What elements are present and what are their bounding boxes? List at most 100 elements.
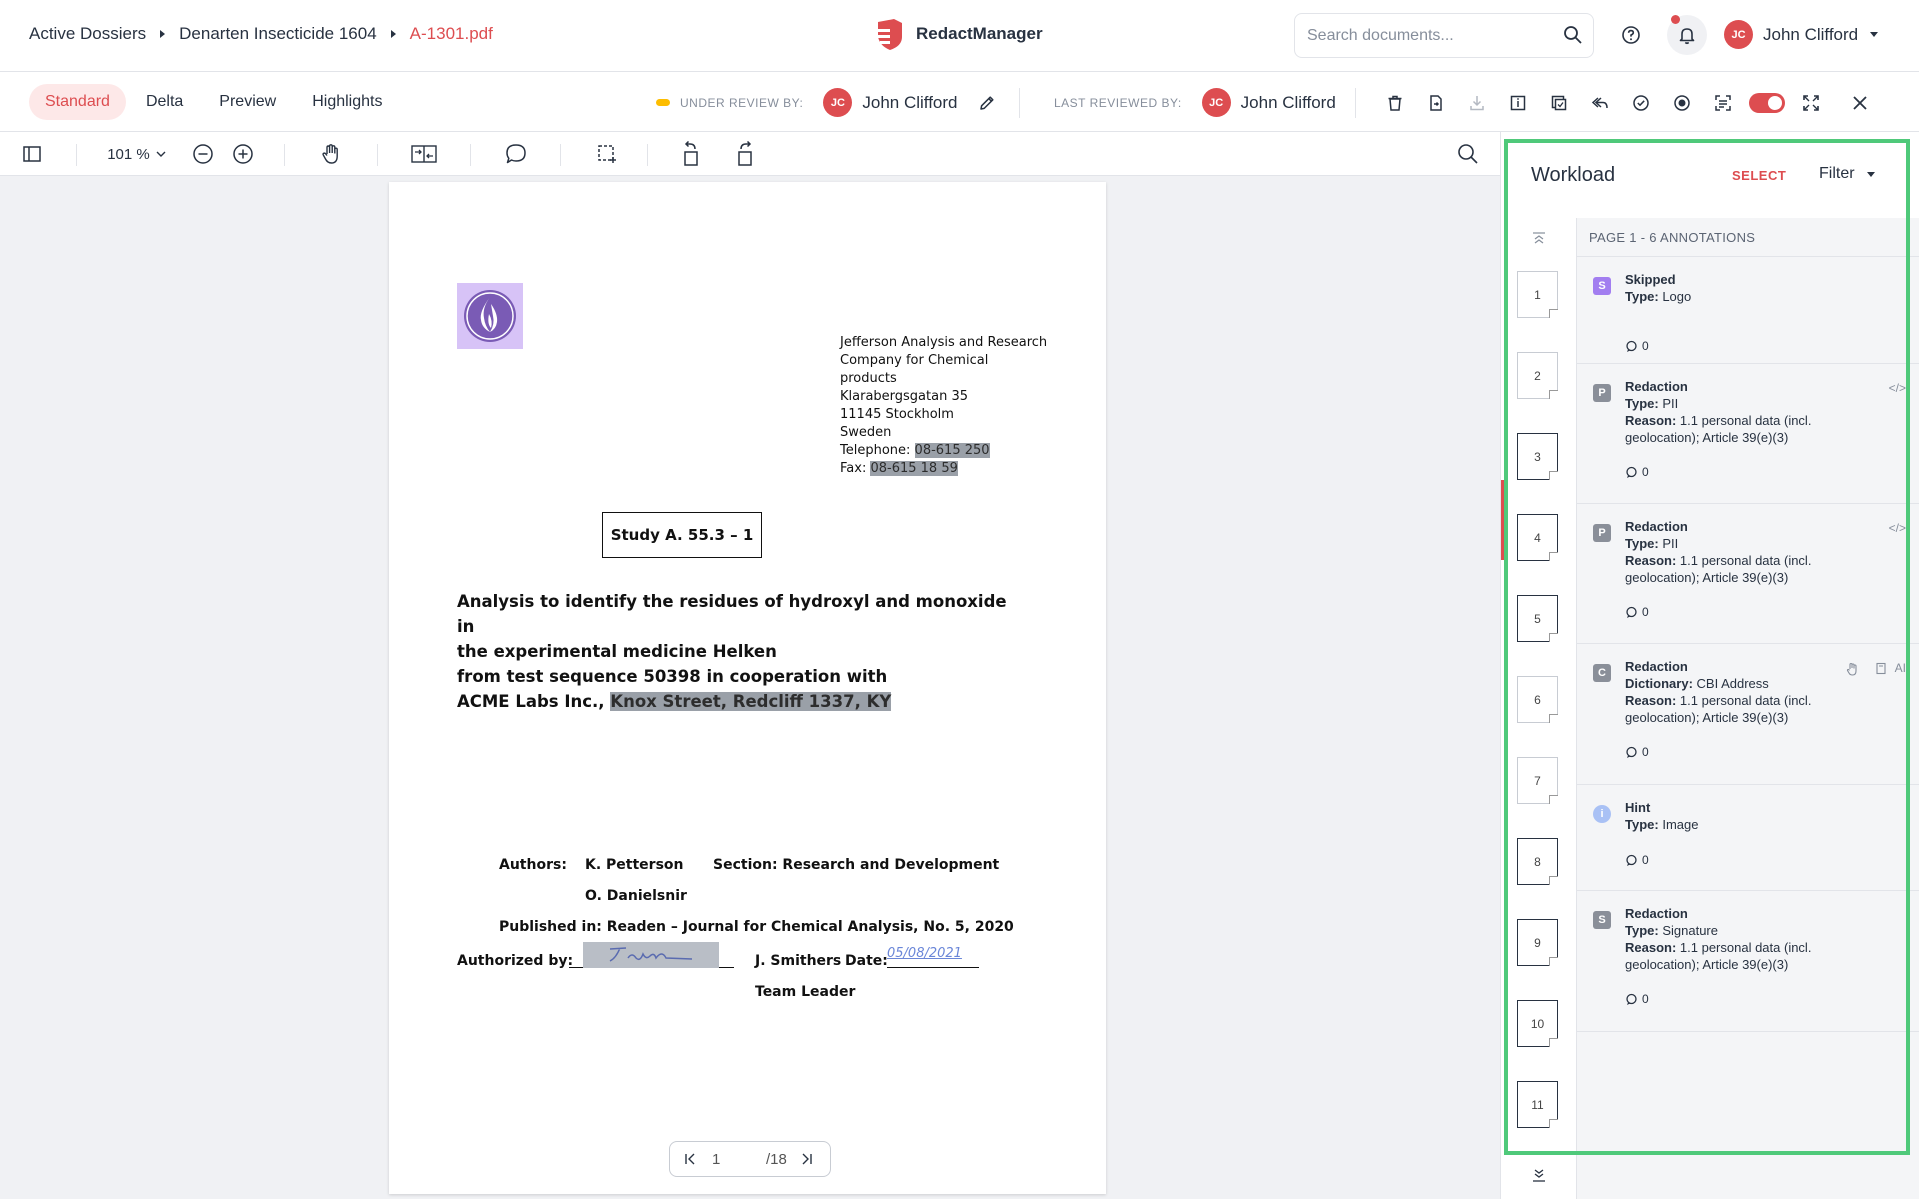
pan-tool-button[interactable] [316, 139, 346, 169]
search-in-document-button[interactable] [1453, 139, 1483, 169]
delete-button[interactable] [1380, 88, 1410, 118]
code-icon[interactable]: </> [1889, 520, 1906, 537]
document-page[interactable]: Jefferson Analysis and Research Company … [389, 182, 1106, 1194]
toggle-sidebar-button[interactable] [17, 139, 47, 169]
undo-all-button[interactable] [1585, 88, 1615, 118]
annotation-details: Redaction Type: Signature Reason: 1.1 pe… [1625, 905, 1855, 973]
handwritten-date[interactable]: 05/08/2021 [887, 946, 962, 961]
annotation-tools: </> [1889, 380, 1906, 397]
annotation-value: Signature [1658, 923, 1718, 938]
search-icon[interactable] [1563, 25, 1583, 45]
document-info-button[interactable] [1503, 88, 1533, 118]
page-thumbnail[interactable]: 10 [1517, 1000, 1558, 1047]
zoom-select[interactable]: 101 % [104, 139, 170, 169]
page-thumbnail[interactable]: 9 [1517, 919, 1558, 966]
zoom-out-button[interactable] [188, 139, 218, 169]
workload-panel: Workload SELECT Filter 1 2 3 4 5 6 7 8 9… [1500, 132, 1919, 1199]
record-button[interactable] [1667, 88, 1697, 118]
signature-scribble [609, 947, 693, 962]
export-button[interactable] [1421, 88, 1451, 118]
breadcrumb-file[interactable]: A-1301.pdf [410, 24, 493, 44]
redaction-preview-toggle[interactable] [1749, 93, 1785, 113]
edit-reviewer-button[interactable] [978, 94, 996, 112]
page-thumbnail[interactable]: 6 [1517, 676, 1558, 723]
add-comment-button[interactable] [501, 139, 531, 169]
annotation-item[interactable]: S Redaction Type: Signature Reason: 1.1 … [1577, 891, 1919, 1032]
trash-icon [1388, 95, 1402, 111]
search-input[interactable] [1307, 14, 1557, 57]
document-logo[interactable] [457, 283, 523, 349]
page-thumbnail[interactable]: 7 [1517, 757, 1558, 804]
hand-icon[interactable] [1846, 662, 1859, 676]
annotation-item[interactable]: P Redaction Type: PII Reason: 1.1 person… [1577, 504, 1919, 644]
app-logo[interactable]: RedactManager [872, 17, 1043, 51]
user-menu[interactable]: JC John Clifford [1724, 20, 1879, 49]
search-icon [1458, 144, 1478, 164]
redacted-address[interactable]: Knox Street, Redcliff 1337, KY [610, 692, 892, 711]
comments-count[interactable]: 0 [1625, 464, 1649, 481]
zoom-value: 101 % [107, 145, 150, 163]
tab-preview[interactable]: Preview [203, 84, 292, 120]
close-button[interactable] [1845, 88, 1875, 118]
redacted-fax[interactable]: 08-615 18 59 [870, 461, 958, 476]
page-thumbnail[interactable]: 5 [1517, 595, 1558, 642]
page-thumbnail[interactable]: 4 [1517, 514, 1558, 561]
rotate-left-button[interactable] [677, 139, 707, 169]
annotation-details: Redaction Type: PII Reason: 1.1 personal… [1625, 518, 1855, 586]
download-button[interactable] [1462, 88, 1492, 118]
scroll-to-top-button[interactable] [1530, 230, 1548, 248]
select-button[interactable]: SELECT [1732, 168, 1786, 183]
comment-count: 0 [1642, 605, 1649, 619]
tab-standard[interactable]: Standard [29, 84, 126, 120]
dictionary-icon[interactable] [1875, 662, 1887, 675]
annotation-item[interactable]: P Redaction Type: PII Reason: 1.1 person… [1577, 364, 1919, 504]
page-thumbnail[interactable]: 11 [1517, 1081, 1558, 1128]
area-select-button[interactable] [592, 139, 622, 169]
redacted-signature[interactable] [583, 942, 719, 968]
first-page-button[interactable] [684, 1152, 698, 1166]
page-thumbnail[interactable]: 3 [1517, 433, 1558, 480]
ocr-button[interactable] [1708, 88, 1738, 118]
scroll-to-bottom-button[interactable] [1530, 1166, 1548, 1184]
annotation-details: Redaction Type: PII Reason: 1.1 personal… [1625, 378, 1855, 446]
redacted-telephone[interactable]: 08-615 250 [914, 443, 990, 458]
comments-count[interactable]: 0 [1625, 852, 1649, 869]
page-number-input[interactable]: 1 [712, 1151, 752, 1168]
page-thumbnail[interactable]: 1 [1517, 271, 1558, 318]
comments-count[interactable]: 0 [1625, 744, 1649, 761]
zoom-in-button[interactable] [228, 139, 258, 169]
compare-button[interactable] [1544, 88, 1574, 118]
compare-view-button[interactable] [408, 139, 440, 169]
page-thumbnail[interactable]: 8 [1517, 838, 1558, 885]
comments-count[interactable]: 0 [1625, 991, 1649, 1008]
help-button[interactable] [1616, 20, 1646, 50]
code-icon[interactable]: </> [1889, 380, 1906, 397]
comments-count[interactable]: 0 [1625, 338, 1649, 355]
page-thumbnail[interactable]: 2 [1517, 352, 1558, 399]
breadcrumb-dossier[interactable]: Denarten Insecticide 1604 [179, 24, 377, 44]
rotate-right-button[interactable] [729, 139, 759, 169]
annotation-title: Redaction [1625, 906, 1688, 921]
comments-count[interactable]: 0 [1625, 604, 1649, 621]
tab-delta[interactable]: Delta [130, 84, 199, 120]
tab-highlights[interactable]: Highlights [296, 84, 398, 120]
annotation-key: Dictionary: [1625, 676, 1693, 691]
avatar: JC [1724, 20, 1753, 49]
title-line: Analysis to identify the residues of hyd… [457, 592, 1007, 636]
comment-count: 0 [1642, 992, 1649, 1006]
annotation-item[interactable]: S Skipped Type: Logo 0 [1577, 257, 1919, 364]
filter-dropdown[interactable]: Filter [1819, 165, 1875, 183]
fullscreen-button[interactable] [1796, 88, 1826, 118]
breadcrumb-dossiers[interactable]: Active Dossiers [29, 24, 146, 44]
approve-button[interactable] [1626, 88, 1656, 118]
annotation-item[interactable]: C Redaction Dictionary: CBI Address Reas… [1577, 644, 1919, 785]
company-address: Jefferson Analysis and Research Company … [840, 334, 1047, 478]
address-line: Company for Chemical [840, 353, 989, 368]
published-text: Published in: Readen – Journal for Chemi… [499, 919, 1014, 935]
annotation-key: Reason: [1625, 693, 1677, 708]
last-page-button[interactable] [799, 1152, 813, 1166]
section-text: Section: Research and Development [713, 857, 1000, 873]
comment-icon [506, 144, 526, 164]
annotation-key: Reason: [1625, 553, 1677, 568]
annotation-item[interactable]: i Hint Type: Image 0 [1577, 785, 1919, 891]
